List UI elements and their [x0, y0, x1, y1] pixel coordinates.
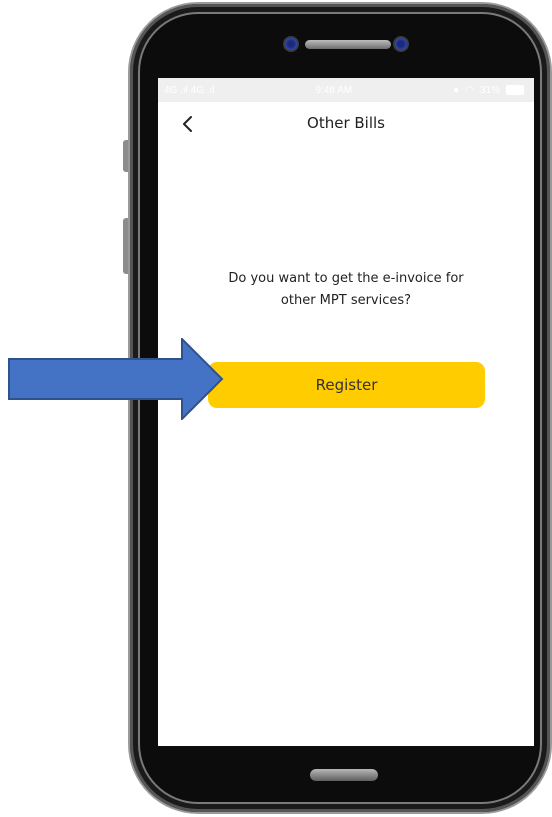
network-signal-text: 4G .ıl 4G .ıl	[164, 84, 215, 96]
alarm-icon: ●	[453, 84, 460, 96]
phone-mockup: 4G .ıl 4G .ıl 9:48 AM ● ◠ 31% Other Bill…	[0, 0, 552, 817]
wifi-icon: ◠	[465, 84, 474, 96]
einvoice-question: Do you want to get the e-invoice for oth…	[178, 268, 514, 312]
register-button[interactable]: Register	[208, 362, 485, 408]
front-camera-icon	[285, 38, 297, 50]
question-line-2: other MPT services?	[280, 293, 412, 308]
question-line-1: Do you want to get the e-invoice for	[228, 271, 464, 286]
pointer-arrow-annotation	[8, 338, 224, 420]
proximity-sensor-icon	[395, 38, 407, 50]
app-header: Other Bills	[158, 102, 534, 148]
page-title: Other Bills	[307, 114, 385, 132]
home-button[interactable]	[310, 769, 378, 781]
battery-icon	[505, 85, 524, 95]
status-bar: 4G .ıl 4G .ıl 9:48 AM ● ◠ 31%	[158, 78, 534, 102]
earpiece-speaker	[305, 40, 391, 49]
battery-percent: 31%	[479, 84, 500, 96]
status-icons: ● ◠ 31%	[453, 85, 524, 96]
status-time: 9:48 AM	[315, 84, 353, 96]
